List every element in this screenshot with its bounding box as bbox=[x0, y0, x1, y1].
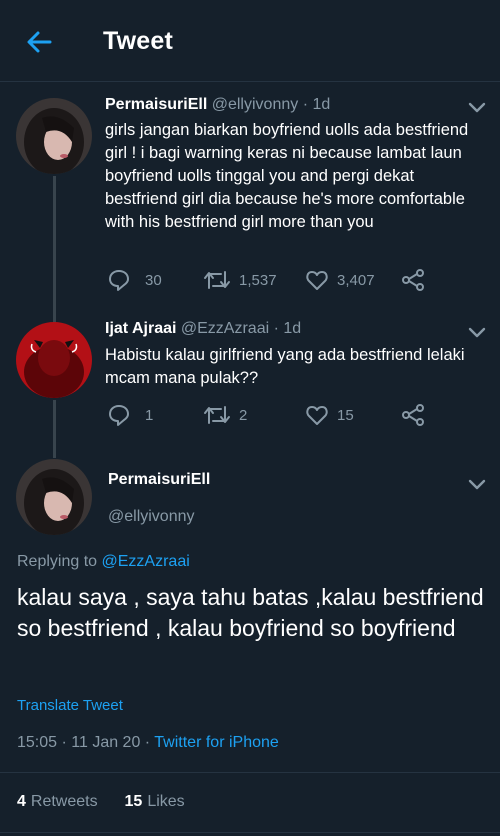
like-count: 3,407 bbox=[337, 271, 375, 289]
heart-icon bbox=[306, 271, 328, 290]
profile-photo-icon bbox=[16, 98, 92, 174]
timestamp: 15:05 · 11 Jan 20 · bbox=[17, 734, 155, 751]
like-button[interactable]: 3,407 bbox=[305, 268, 375, 292]
divider bbox=[0, 832, 500, 833]
author-name[interactable]: Ijat Ajraai bbox=[105, 320, 176, 337]
reply-button[interactable]: 30 bbox=[107, 268, 162, 292]
reply-icon bbox=[109, 270, 129, 291]
divider bbox=[0, 772, 500, 773]
reply-icon bbox=[109, 405, 129, 426]
retweet-count: 1,537 bbox=[239, 271, 277, 289]
tweet-meta: 15:05 · 11 Jan 20 · Twitter for iPhone bbox=[17, 734, 279, 752]
thread-line bbox=[53, 400, 56, 458]
author-handle[interactable]: @ellyivonny bbox=[212, 96, 299, 113]
chevron-down-icon[interactable] bbox=[467, 100, 487, 114]
back-arrow-icon[interactable] bbox=[24, 27, 54, 57]
avatar[interactable] bbox=[16, 98, 92, 174]
author-handle[interactable]: @ellyivonny bbox=[108, 508, 195, 526]
thread-line bbox=[53, 176, 56, 326]
avatar[interactable] bbox=[16, 459, 92, 535]
tweet-text: Habistu kalau girlfriend yang ada bestfr… bbox=[105, 346, 465, 387]
top-bar: Tweet bbox=[0, 0, 500, 82]
retweet-icon bbox=[204, 271, 230, 289]
reply-count: 1 bbox=[145, 406, 154, 424]
chevron-down-icon[interactable] bbox=[467, 477, 487, 491]
tweet-stats: 4 Retweets 15 Likes bbox=[17, 793, 185, 811]
avatar[interactable] bbox=[16, 322, 92, 398]
author-handle[interactable]: @EzzAzraai bbox=[181, 320, 269, 337]
page-title: Tweet bbox=[103, 27, 173, 55]
share-button[interactable] bbox=[401, 268, 425, 292]
translate-link[interactable]: Translate Tweet bbox=[17, 697, 123, 714]
like-count: 15 bbox=[337, 406, 354, 424]
retweet-button[interactable]: 2 bbox=[203, 403, 247, 427]
profile-photo-icon bbox=[16, 322, 92, 398]
main-tweet-text: kalau saya , saya tahu batas ,kalau best… bbox=[17, 584, 484, 641]
source-link[interactable]: Twitter for iPhone bbox=[154, 734, 279, 751]
share-icon bbox=[402, 404, 424, 426]
retweet-count: 2 bbox=[239, 406, 248, 424]
author-name[interactable]: PermaisuriEll bbox=[108, 471, 210, 489]
reply-button[interactable]: 1 bbox=[107, 403, 153, 427]
tweet-header: Ijat Ajraai @EzzAzraai · 1d bbox=[105, 320, 302, 337]
replying-prefix: Replying to bbox=[17, 553, 98, 570]
tweet-text: girls jangan biarkan boyfriend uolls ada… bbox=[105, 121, 469, 231]
likes-stat[interactable]: 15 Likes bbox=[125, 793, 185, 810]
retweet-icon bbox=[204, 406, 230, 424]
reply-count: 30 bbox=[145, 271, 162, 289]
share-icon bbox=[402, 269, 424, 291]
author-name[interactable]: PermaisuriEll bbox=[105, 96, 207, 113]
replying-to-link[interactable]: @EzzAzraai bbox=[102, 553, 190, 570]
replying-to: Replying to @EzzAzraai bbox=[17, 553, 190, 571]
tweet-time: 1d bbox=[312, 96, 331, 113]
retweet-button[interactable]: 1,537 bbox=[203, 268, 277, 292]
share-button[interactable] bbox=[401, 403, 425, 427]
heart-icon bbox=[306, 406, 328, 425]
tweet-header: PermaisuriEll @ellyivonny · 1d bbox=[105, 96, 331, 113]
tweet-time: 1d bbox=[283, 320, 302, 337]
like-button[interactable]: 15 bbox=[305, 403, 354, 427]
profile-photo-icon bbox=[16, 459, 92, 535]
retweets-stat[interactable]: 4 Retweets bbox=[17, 793, 98, 810]
chevron-down-icon[interactable] bbox=[467, 325, 487, 339]
